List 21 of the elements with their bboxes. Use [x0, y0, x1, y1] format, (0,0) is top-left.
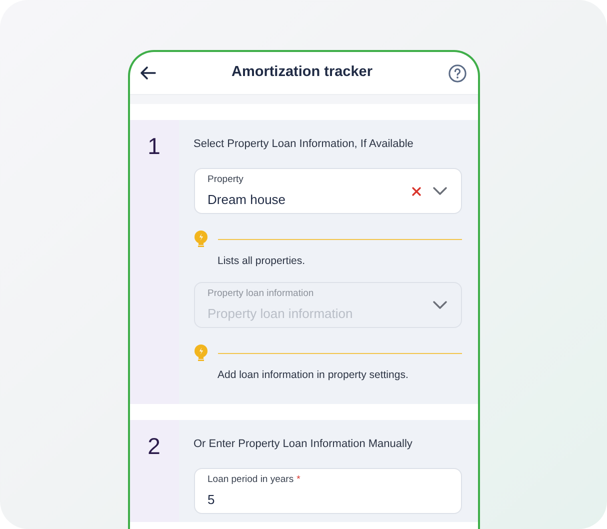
- field-value: 5: [208, 491, 216, 508]
- select-field[interactable]: Property Dream house: [194, 168, 462, 214]
- step-number: 2: [148, 432, 160, 461]
- input-field[interactable]: Loan period in years * 5: [194, 468, 462, 514]
- field-label: Loan period in years: [208, 474, 294, 486]
- field-label: Property loan information: [208, 288, 314, 300]
- field-value: Dream house: [208, 191, 287, 208]
- screen-title: Amortization tracker: [231, 63, 372, 82]
- lightbulb-icon: [194, 230, 208, 248]
- required-mark: *: [296, 474, 300, 486]
- help-icon[interactable]: [448, 64, 468, 82]
- field-label: Property: [208, 174, 244, 186]
- step-number: 1: [148, 132, 160, 161]
- clear-icon[interactable]: [412, 186, 420, 196]
- lightbulb-icon: [194, 344, 208, 362]
- step-title: Or Enter Property Loan Information Manually: [194, 437, 414, 451]
- back-arrow-icon[interactable]: [140, 66, 156, 80]
- hint-text: Add loan information in property settings.: [216, 368, 410, 382]
- step-title: Select Property Loan Information, If Available: [194, 137, 414, 151]
- chevron-down-icon[interactable]: [432, 187, 446, 195]
- hint-text: Lists all properties.: [216, 254, 306, 268]
